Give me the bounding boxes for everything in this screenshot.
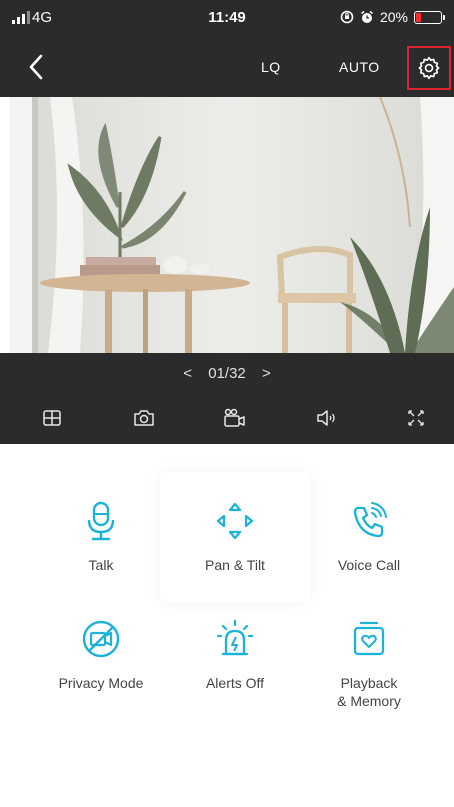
video-record-icon xyxy=(224,408,245,427)
alarm-light-icon xyxy=(216,619,254,656)
previous-camera-button[interactable]: < xyxy=(171,365,204,382)
feature-label: Privacy Mode xyxy=(58,675,144,691)
fullscreen-icon xyxy=(408,410,424,426)
status-right: 20% xyxy=(340,9,445,25)
sound-button[interactable] xyxy=(309,401,343,435)
feature-voice-call[interactable]: Voice Call xyxy=(294,500,444,574)
mode-auto-button[interactable]: AUTO xyxy=(339,59,380,75)
playback-memory-icon xyxy=(353,621,385,656)
alarm-clock-icon xyxy=(361,10,373,23)
back-arrow-icon[interactable] xyxy=(22,52,52,82)
feature-label: Playback & Memory xyxy=(337,675,401,709)
camera-page-indicator: 01/32 xyxy=(208,365,246,382)
feature-alerts-off[interactable]: Alerts Off xyxy=(160,618,310,692)
snapshot-button[interactable] xyxy=(127,401,161,435)
multi-view-button[interactable] xyxy=(35,401,69,435)
feature-privacy-mode[interactable]: Privacy Mode xyxy=(26,618,176,692)
battery-percent: 20% xyxy=(379,9,408,25)
feature-label: Alerts Off xyxy=(205,675,265,691)
orientation-lock-icon xyxy=(340,10,354,24)
feature-label: Talk xyxy=(88,557,114,573)
gear-icon xyxy=(418,56,440,80)
feature-playback-memory[interactable]: Playback & Memory xyxy=(294,618,444,710)
pan-tilt-icon xyxy=(216,502,254,540)
feature-talk[interactable]: Talk xyxy=(26,500,176,574)
camera-pager: < 01/32 > xyxy=(0,365,454,382)
video-toolbar xyxy=(0,401,454,435)
next-camera-button[interactable]: > xyxy=(250,365,283,382)
record-button[interactable] xyxy=(218,401,252,435)
battery-icon xyxy=(414,10,445,24)
top-bar: 4G 11:49 20% LQ AUTO xyxy=(0,0,454,97)
privacy-camera-off-icon xyxy=(82,620,120,658)
feature-label: Pan & Tilt xyxy=(205,557,265,573)
feature-label: Voice Call xyxy=(337,557,401,573)
quality-lq-button[interactable]: LQ xyxy=(261,59,281,75)
speaker-icon xyxy=(317,410,335,426)
camera-live-view[interactable] xyxy=(10,97,454,353)
feature-pan-tilt[interactable]: Pan & Tilt xyxy=(160,500,310,574)
phone-call-icon xyxy=(353,502,387,538)
video-controls: < 01/32 > xyxy=(0,353,454,444)
status-bar: 4G 11:49 20% xyxy=(0,0,454,40)
camera-feed-image xyxy=(10,97,454,353)
camera-icon xyxy=(134,410,154,426)
fullscreen-button[interactable] xyxy=(399,401,433,435)
microphone-icon xyxy=(87,501,115,541)
grid-icon xyxy=(43,410,61,426)
nav-bar: LQ AUTO xyxy=(0,40,454,97)
settings-button[interactable] xyxy=(407,46,451,90)
